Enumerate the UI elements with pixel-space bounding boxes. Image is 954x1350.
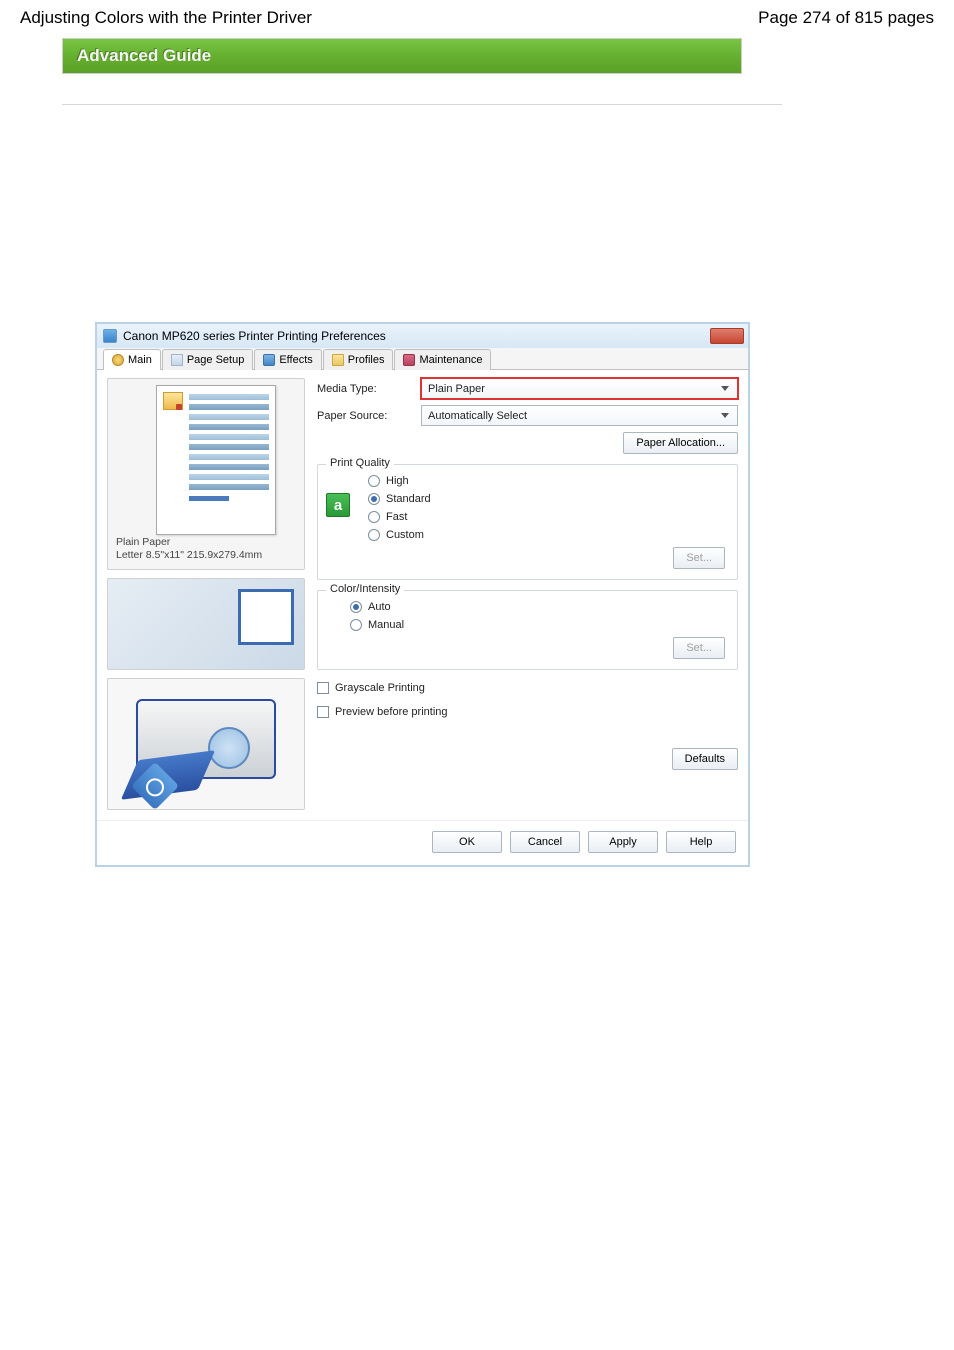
page-setup-tab-icon (171, 354, 183, 366)
ci-set-button[interactable]: Set... (673, 637, 725, 659)
ok-button[interactable]: OK (432, 831, 502, 853)
titlebar: Canon MP620 series Printer Printing Pref… (97, 324, 748, 348)
ci-manual-radio[interactable]: Manual (350, 619, 725, 631)
preview-size-label: Letter 8.5"x11" 215.9x279.4mm (116, 549, 262, 563)
tab-maintenance[interactable]: Maintenance (394, 349, 491, 370)
radio-icon (368, 511, 380, 523)
paper-source-value: Automatically Select (428, 410, 527, 422)
tab-label: Maintenance (419, 354, 482, 366)
maintenance-tab-icon (403, 354, 415, 366)
tab-label: Effects (279, 354, 312, 366)
checkbox-icon (317, 706, 329, 718)
quality-letter-icon: a (326, 493, 350, 517)
tab-page-setup[interactable]: Page Setup (162, 349, 254, 370)
cancel-button[interactable]: Cancel (510, 831, 580, 853)
chevron-down-icon (717, 409, 733, 423)
media-type-label: Media Type: (317, 383, 421, 395)
page-counter: Page 274 of 815 pages (758, 8, 934, 28)
divider (62, 104, 782, 105)
checkbox-label: Grayscale Printing (335, 682, 425, 694)
media-type-select[interactable]: Plain Paper (421, 378, 738, 399)
quality-set-button[interactable]: Set... (673, 547, 725, 569)
radio-label: Manual (368, 619, 404, 631)
radio-label: Fast (386, 511, 407, 523)
print-quality-group: Print Quality a High Standard (317, 464, 738, 580)
radio-label: High (386, 475, 409, 487)
media-type-value: Plain Paper (428, 383, 485, 395)
radio-icon (350, 619, 362, 631)
profiles-tab-icon (332, 354, 344, 366)
printer-illustration (107, 678, 305, 810)
preferences-dialog: Canon MP620 series Printer Printing Pref… (95, 322, 750, 867)
page-title-left: Adjusting Colors with the Printer Driver (20, 8, 312, 28)
close-button[interactable] (710, 328, 744, 344)
color-preview (107, 578, 305, 670)
preview-before-checkbox[interactable]: Preview before printing (317, 706, 738, 718)
radio-label: Standard (386, 493, 431, 505)
quality-high-radio[interactable]: High (368, 475, 725, 487)
main-tab-icon (112, 354, 124, 366)
checkbox-label: Preview before printing (335, 706, 448, 718)
tabstrip: Main Page Setup Effects Profiles Mainten… (97, 348, 748, 370)
radio-label: Custom (386, 529, 424, 541)
grayscale-checkbox[interactable]: Grayscale Printing (317, 682, 738, 694)
ci-auto-radio[interactable]: Auto (350, 601, 725, 613)
paper-source-label: Paper Source: (317, 410, 421, 422)
tab-profiles[interactable]: Profiles (323, 349, 394, 370)
radio-icon (368, 475, 380, 487)
page-preview: Plain Paper Letter 8.5"x11" 215.9x279.4m… (107, 378, 305, 570)
quality-fast-radio[interactable]: Fast (368, 511, 725, 523)
help-button[interactable]: Help (666, 831, 736, 853)
tab-effects[interactable]: Effects (254, 349, 321, 370)
tab-label: Main (128, 354, 152, 366)
window-title: Canon MP620 series Printer Printing Pref… (123, 329, 386, 343)
effects-tab-icon (263, 354, 275, 366)
tab-label: Profiles (348, 354, 385, 366)
printer-app-icon (103, 329, 117, 343)
print-quality-title: Print Quality (326, 457, 394, 469)
color-intensity-group: Color/Intensity Auto Manual (317, 590, 738, 670)
radio-label: Auto (368, 601, 391, 613)
radio-icon (350, 601, 362, 613)
radio-icon (368, 493, 380, 505)
tab-label: Page Setup (187, 354, 245, 366)
defaults-button[interactable]: Defaults (672, 748, 738, 770)
quality-custom-radio[interactable]: Custom (368, 529, 725, 541)
paper-source-select[interactable]: Automatically Select (421, 405, 738, 426)
checkbox-icon (317, 682, 329, 694)
preview-paper-label: Plain Paper (116, 536, 262, 550)
paper-allocation-button[interactable]: Paper Allocation... (623, 432, 738, 454)
quality-standard-radio[interactable]: Standard (368, 493, 725, 505)
apply-button[interactable]: Apply (588, 831, 658, 853)
chevron-down-icon (717, 382, 733, 396)
color-intensity-title: Color/Intensity (326, 583, 404, 595)
radio-icon (368, 529, 380, 541)
guide-banner: Advanced Guide (62, 38, 742, 74)
tab-main[interactable]: Main (103, 349, 161, 370)
